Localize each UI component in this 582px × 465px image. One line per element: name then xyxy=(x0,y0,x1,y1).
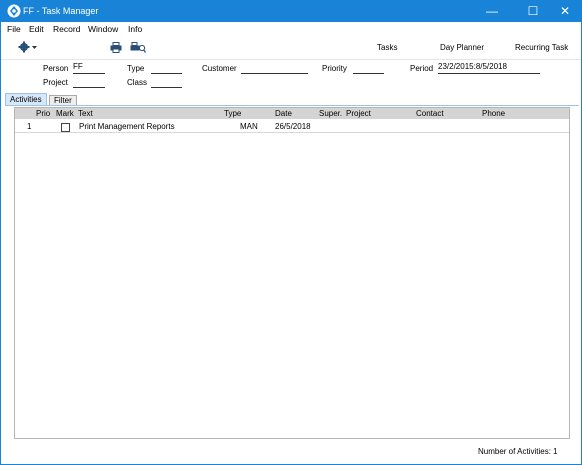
project-field[interactable] xyxy=(73,76,105,88)
column-mark[interactable]: Mark xyxy=(56,109,74,118)
period-field[interactable]: 23/2/2015:8/5/2018 xyxy=(438,62,540,74)
class-field[interactable] xyxy=(151,76,182,88)
row-type: MAN xyxy=(240,122,258,131)
column-project[interactable]: Project xyxy=(346,109,371,118)
person-field[interactable]: FF xyxy=(73,62,105,74)
toolbar: Tasks Day Planner Recurring Task xyxy=(1,37,581,60)
tasks-button[interactable]: Tasks xyxy=(377,43,397,52)
app-icon xyxy=(7,4,21,18)
column-phone[interactable]: Phone xyxy=(482,109,505,118)
printer-icon xyxy=(110,42,122,53)
minimize-button[interactable]: — xyxy=(475,1,509,22)
row-mark-checkbox[interactable] xyxy=(61,123,70,132)
column-contact[interactable]: Contact xyxy=(416,109,444,118)
print-button[interactable] xyxy=(110,42,122,53)
type-label: Type xyxy=(127,64,145,73)
priority-label: Priority xyxy=(322,64,347,73)
period-label: Period xyxy=(410,64,434,73)
maximize-button[interactable]: ☐ xyxy=(516,1,550,22)
print-preview-button[interactable] xyxy=(130,42,146,53)
column-text[interactable]: Text xyxy=(78,109,93,118)
close-button[interactable]: ✕ xyxy=(548,1,582,22)
gear-icon xyxy=(18,41,37,53)
priority-field[interactable] xyxy=(353,62,384,74)
table-header: Prio Mark Text Type Date Super. Project … xyxy=(15,108,569,119)
customer-label: Customer xyxy=(202,64,237,73)
title-bar: FF - Task Manager — ☐ ✕ xyxy=(1,1,581,22)
menu-record[interactable]: Record xyxy=(53,24,80,34)
menu-file[interactable]: File xyxy=(7,24,21,34)
type-field[interactable] xyxy=(151,62,182,74)
column-super[interactable]: Super. xyxy=(319,109,342,118)
activity-count: Number of Activities: 1 xyxy=(478,447,558,456)
menu-bar: File Edit Record Window Info xyxy=(1,22,581,37)
customer-field[interactable] xyxy=(241,62,308,74)
tab-divider xyxy=(5,105,579,106)
row-date: 26/5/2018 xyxy=(275,122,311,131)
column-date[interactable]: Date xyxy=(275,109,292,118)
task-manager-window: FF - Task Manager — ☐ ✕ File Edit Record… xyxy=(0,0,582,465)
row-prio: 1 xyxy=(27,122,32,131)
day-planner-button[interactable]: Day Planner xyxy=(440,43,484,52)
table-row[interactable]: 1 Print Management Reports MAN 26/5/2018 xyxy=(15,121,569,133)
recurring-task-button[interactable]: Recurring Task xyxy=(515,43,568,52)
menu-window[interactable]: Window xyxy=(88,24,118,34)
project-label: Project xyxy=(43,78,68,87)
activities-table: Prio Mark Text Type Date Super. Project … xyxy=(14,107,570,439)
window-title: FF - Task Manager xyxy=(23,6,99,16)
menu-edit[interactable]: Edit xyxy=(29,24,44,34)
operations-menu-button[interactable] xyxy=(18,41,40,53)
print-preview-icon xyxy=(130,42,146,53)
person-label: Person xyxy=(43,64,69,73)
row-text: Print Management Reports xyxy=(79,122,175,131)
column-type[interactable]: Type xyxy=(224,109,241,118)
menu-info[interactable]: Info xyxy=(128,24,142,34)
column-prio[interactable]: Prio xyxy=(36,109,50,118)
class-label: Class xyxy=(127,78,148,87)
